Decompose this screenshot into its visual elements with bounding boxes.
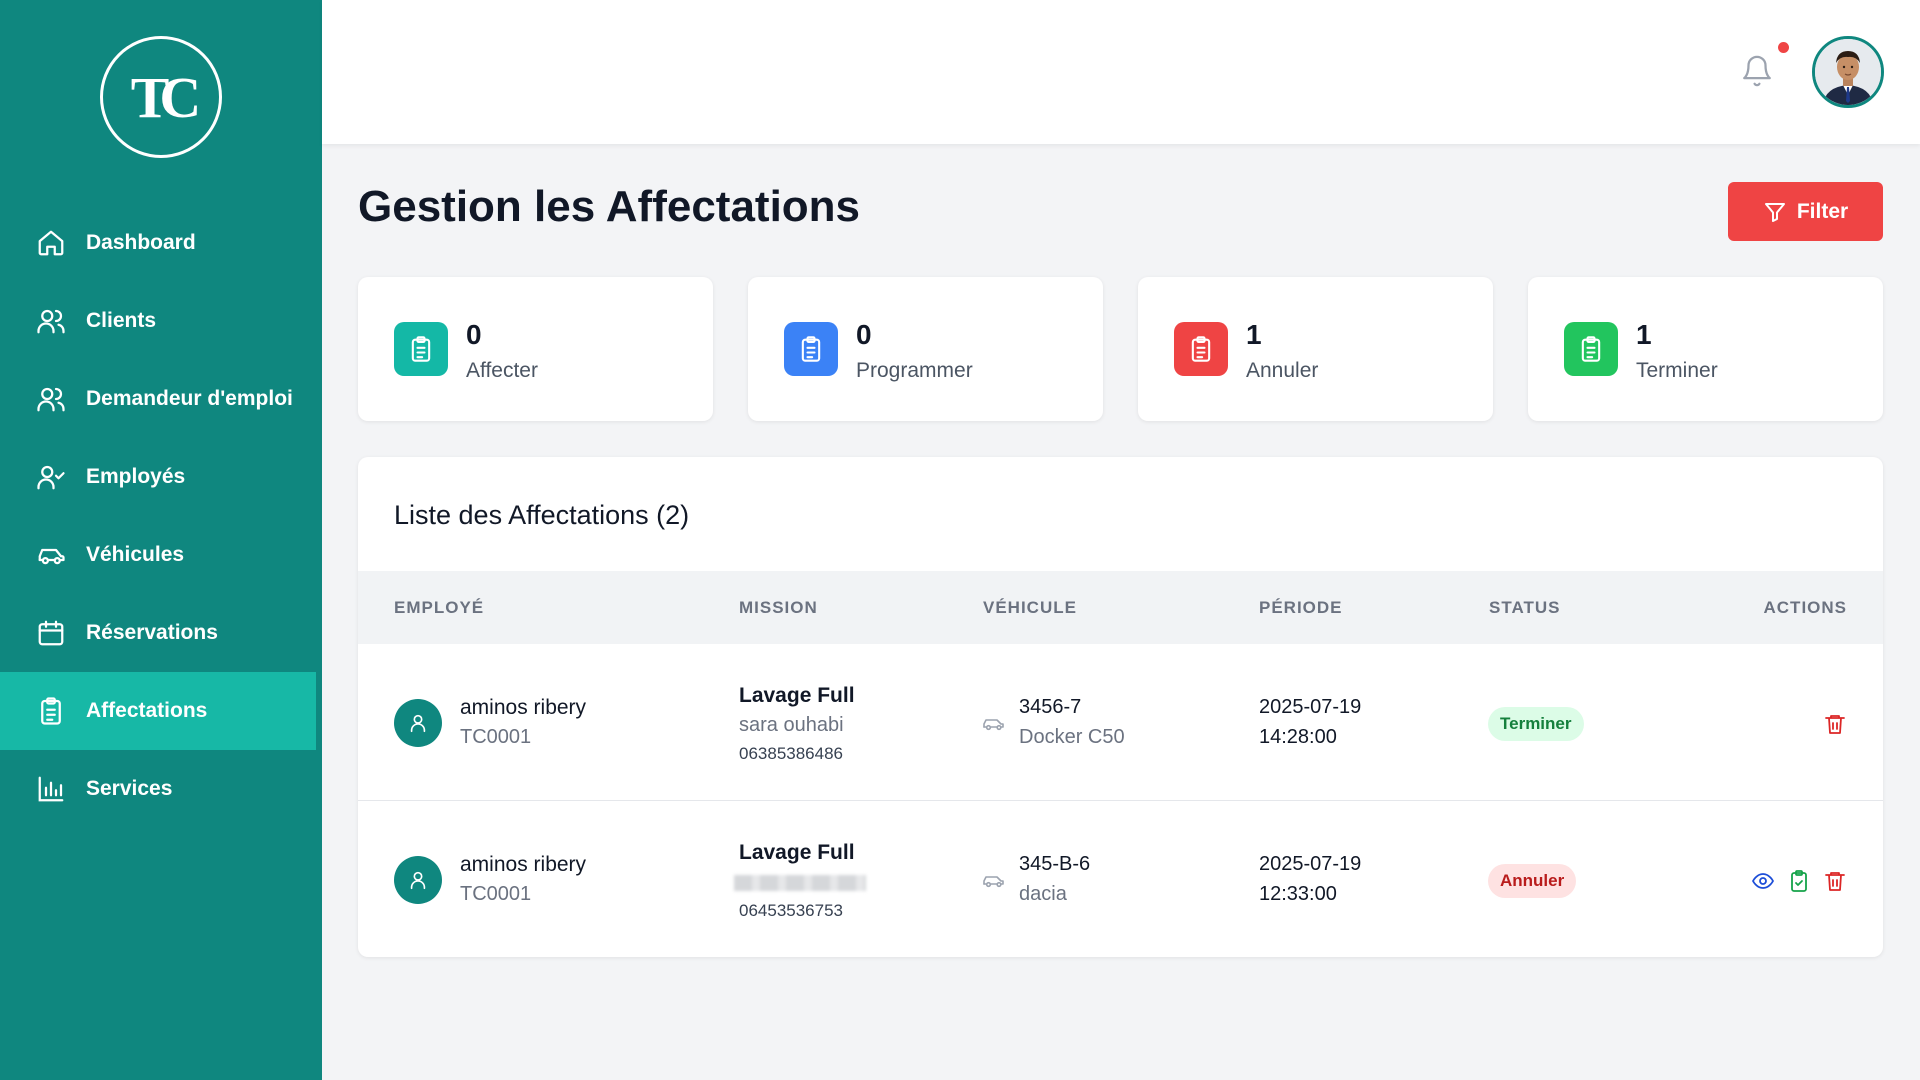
sidebar-item-label: Dashboard [86,231,196,254]
employee-name: aminos ribery [460,696,587,719]
eye-icon[interactable] [1751,869,1775,893]
trash-icon[interactable] [1823,712,1847,736]
logo-text: TC [130,64,202,130]
list-title: Liste des Affectations (2) [394,500,690,530]
sidebar-item-affectations[interactable]: Affectations [0,672,316,750]
stat-label: Terminer [1636,359,1718,382]
sidebar-item-clients[interactable]: Clients [0,282,322,360]
stat-card-programmer: 0 Programmer [748,277,1103,421]
sidebar: TC Dashboard Clients Demandeur d'emploi … [0,0,322,1080]
stat-value: 1 [1246,319,1262,350]
clipboard-check-icon[interactable] [1787,869,1811,893]
status-badge: Annuler [1488,864,1577,898]
column-header-periode: PÉRIODE [1259,598,1343,617]
stat-card-annuler: 1 Annuler [1138,277,1493,421]
employee-avatar [394,699,442,747]
sidebar-item-employes[interactable]: Employés [0,438,322,516]
stat-value: 1 [1636,319,1652,350]
status-badge: Terminer [1488,707,1584,741]
sidebar-item-reservations[interactable]: Réservations [0,594,322,672]
table-row[interactable]: aminos ribery TC0001 Lavage Full sara ou… [358,644,1883,801]
table-row[interactable]: aminos ribery TC0001 Lavage Full 0645353… [358,801,1883,957]
page-title: Gestion les Affectations [358,182,861,231]
stat-label: Programmer [856,359,973,382]
avatar-photo [1815,39,1881,105]
user-icon [410,714,426,733]
period-time: 14:28:00 [1259,726,1337,748]
top-header [322,0,1920,144]
clipboard-icon [41,697,61,725]
filter-button[interactable]: Filter [1728,182,1883,241]
sidebar-item-dashboard[interactable]: Dashboard [0,204,322,282]
mission-title: Lavage Full [739,684,855,707]
users-icon [37,387,65,412]
mission-phone: 06385386486 [739,744,844,763]
sidebar-nav: Dashboard Clients Demandeur d'emploi Emp… [0,204,322,828]
stat-value: 0 [856,319,872,350]
trash-icon[interactable] [1823,869,1847,893]
filter-icon [1764,202,1785,222]
home-icon [38,230,64,256]
sidebar-item-label: Véhicules [86,543,185,566]
sidebar-item-label: Employés [86,465,186,488]
stat-label: Annuler [1246,359,1319,382]
column-header-mission: MISSION [739,598,818,617]
stat-value: 0 [466,319,482,350]
notification-dot [1778,42,1789,53]
sidebar-item-label: Clients [86,309,157,332]
affectations-list: Liste des Affectations (2) EMPLOYÉ MISSI… [358,457,1883,957]
car-icon [38,548,65,565]
stat-card-affecter: 0 Affecter [358,277,713,421]
stat-label: Affecter [466,359,538,382]
sidebar-item-services[interactable]: Services [0,750,322,828]
clipboard-icon [1564,322,1618,376]
sidebar-item-label: Affectations [86,699,208,722]
period-date: 2025-07-19 [1259,853,1362,875]
clipboard-icon [784,322,838,376]
mission-phone: 06453536753 [739,901,844,920]
column-header-employe: EMPLOYÉ [394,598,485,617]
redacted-client-name [734,875,866,891]
bell-icon[interactable] [1740,53,1774,89]
users-icon [37,309,65,334]
vehicle-plate: 3456-7 [1019,696,1082,718]
column-header-status: STATUS [1489,598,1561,617]
calendar-icon [38,620,64,646]
column-header-vehicule: VÉHICULE [983,598,1077,617]
car-icon [983,876,1004,888]
stat-card-terminer: 1 Terminer [1528,277,1883,421]
vehicle-model: Docker C50 [1019,726,1125,748]
bar-chart-icon [38,776,64,802]
filter-button-label: Filter [1796,199,1849,223]
sidebar-item-label: Réservations [86,621,218,644]
column-header-actions: ACTIONS [1763,598,1847,617]
sidebar-item-vehicules[interactable]: Véhicules [0,516,322,594]
car-icon [983,719,1004,731]
vehicle-model: dacia [1019,883,1067,905]
period-date: 2025-07-19 [1259,696,1362,718]
sidebar-item-demandeur-emploi[interactable]: Demandeur d'emploi [0,360,322,438]
employee-code: TC0001 [460,726,532,748]
vehicle-plate: 345-B-6 [1019,853,1091,875]
employee-code: TC0001 [460,883,532,905]
sidebar-item-label: Demandeur d'emploi [86,387,293,410]
period-time: 12:33:00 [1259,883,1337,905]
sidebar-item-label: Services [86,777,173,800]
mission-title: Lavage Full [739,841,855,864]
table-header: EMPLOYÉ MISSION VÉHICULE PÉRIODE STATUS … [358,571,1883,644]
clipboard-icon [394,322,448,376]
clipboard-icon [1174,322,1228,376]
company-logo[interactable]: TC [100,36,222,158]
user-avatar[interactable] [1812,36,1884,108]
employee-name: aminos ribery [460,853,587,876]
mission-client: sara ouhabi [739,714,844,736]
user-check-icon [37,465,65,490]
user-icon [410,871,426,890]
employee-avatar [394,856,442,904]
